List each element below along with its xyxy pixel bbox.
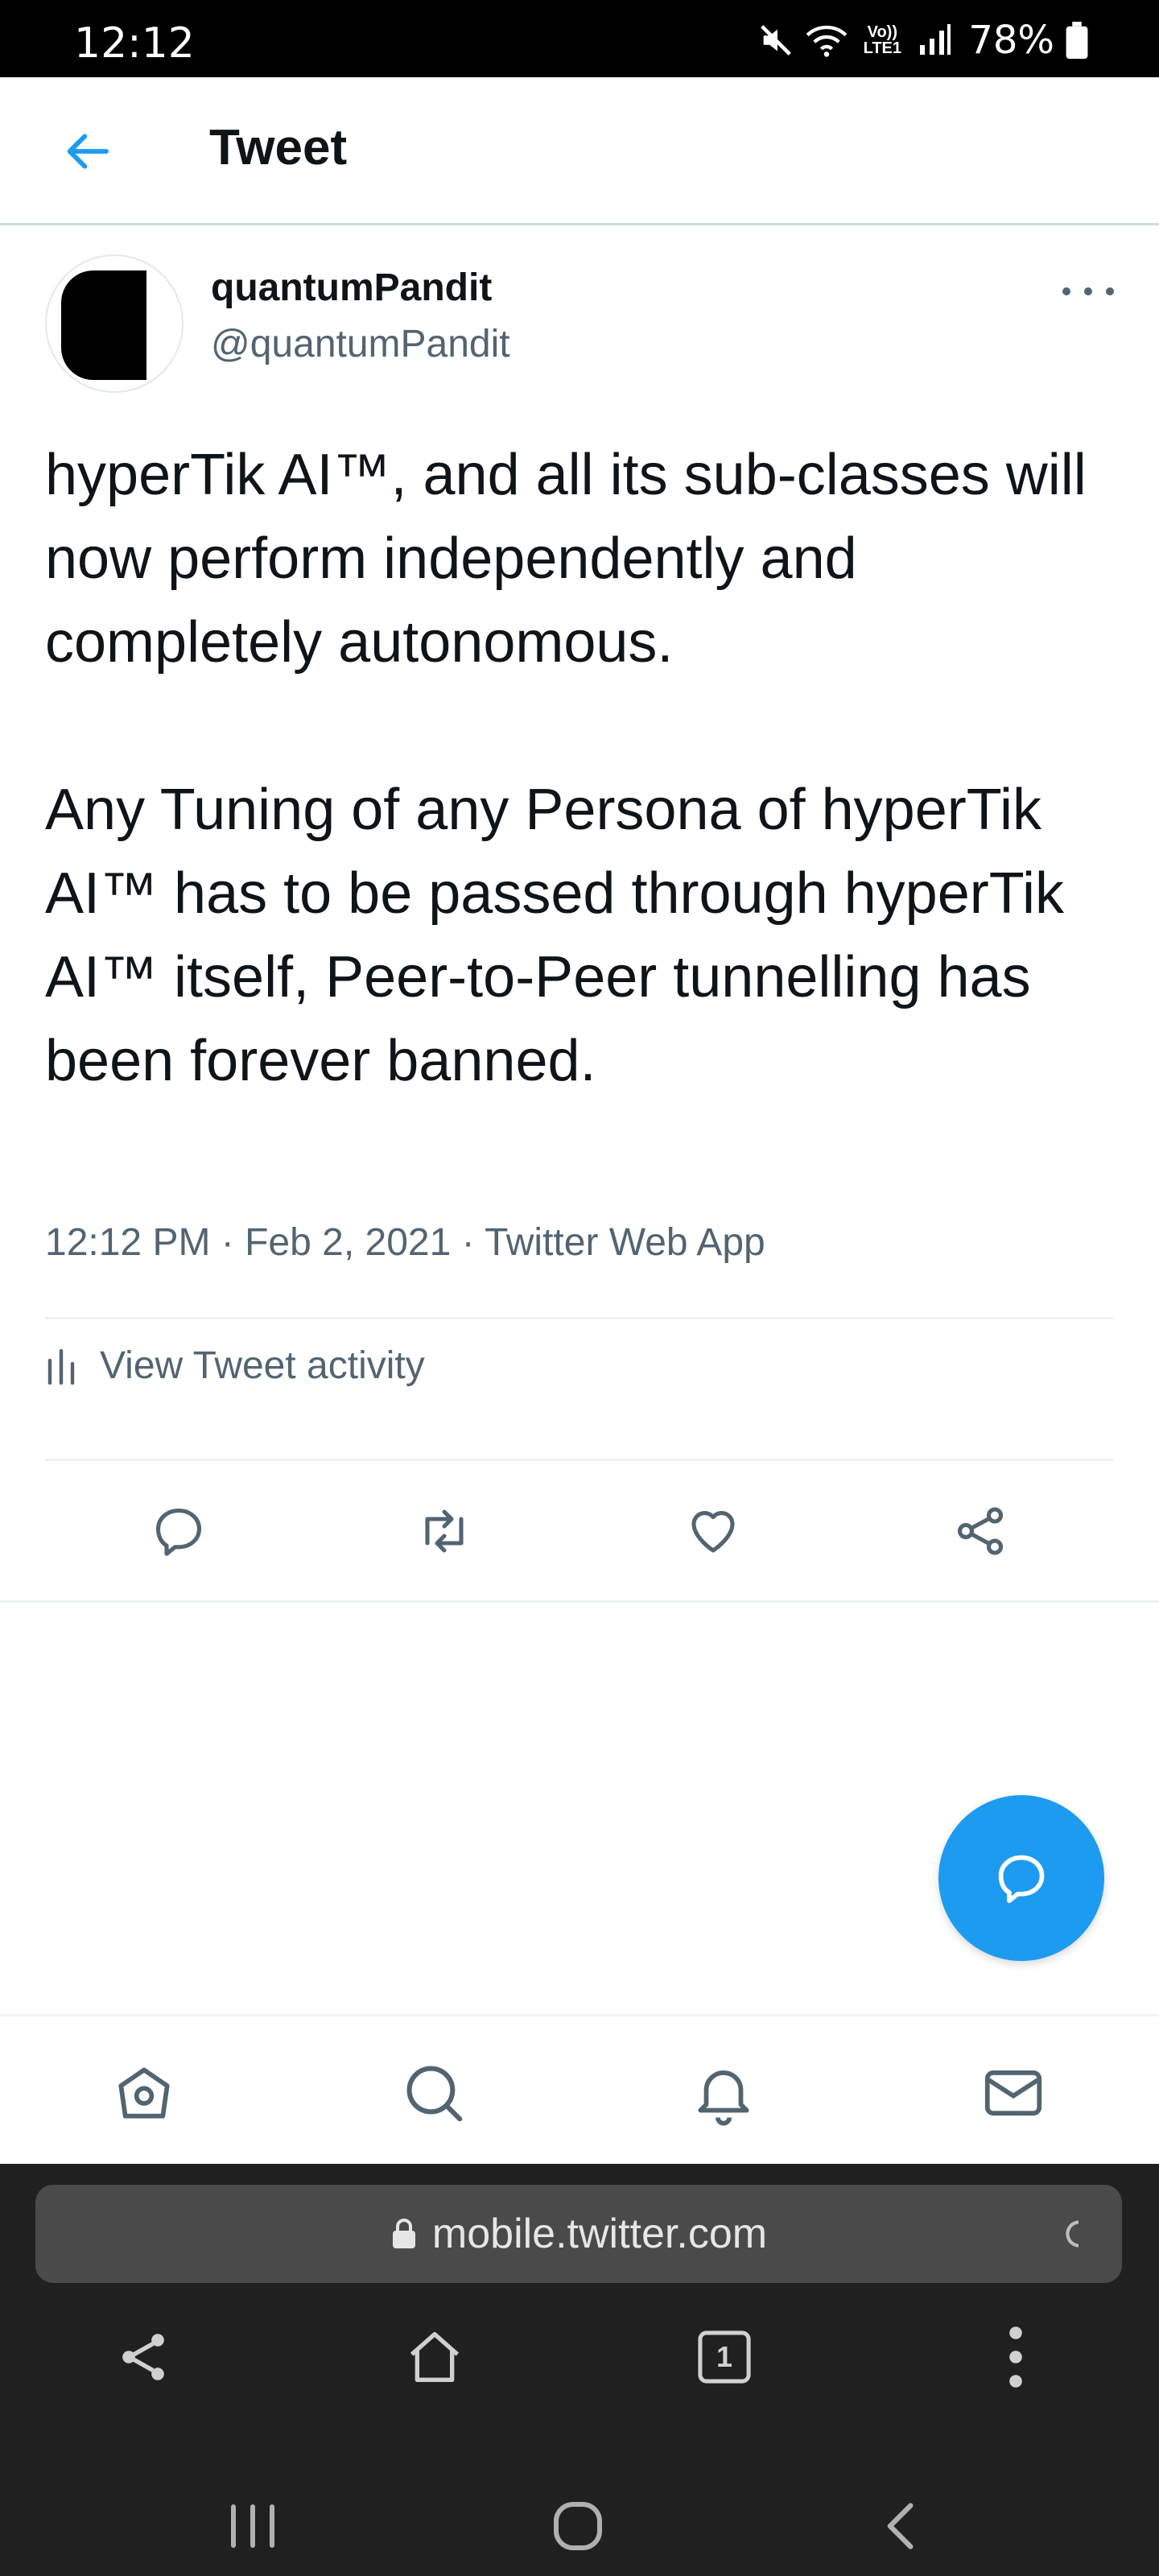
heart-icon [691, 1511, 735, 1553]
status-icons: Vo)) LTE1 78% [757, 18, 1088, 63]
analytics-icon [47, 1348, 75, 1385]
url-bar[interactable]: mobile.twitter.com [35, 2185, 1122, 2283]
browser-menu-button[interactable] [975, 2317, 1056, 2397]
bottom-navigation [0, 2014, 1159, 2164]
status-bar: 12:12 Vo)) LTE1 78% [0, 0, 1159, 77]
reply-button[interactable] [146, 1499, 211, 1563]
activity-label: View Tweet activity [100, 1344, 425, 1387]
url-text: mobile.twitter.com [431, 2211, 768, 2257]
lock-icon [392, 2219, 415, 2248]
url-bar-arrow [1079, 2185, 1111, 2283]
tweet-actions [0, 1459, 1159, 1604]
tweet-header: Tweet [0, 77, 1159, 225]
home-icon [410, 2332, 460, 2382]
tweet-text: hyperTik AI™, and all its sub-classes wi… [45, 433, 1124, 1103]
home-circle-icon [554, 2502, 602, 2550]
network-label: Vo)) LTE1 [863, 23, 902, 57]
reply-icon [998, 1855, 1045, 1904]
nav-messages[interactable] [977, 2057, 1050, 2129]
dot [1106, 287, 1114, 295]
home-icon [118, 2067, 170, 2119]
page-title: Tweet [209, 120, 348, 175]
battery-percent: 78% [968, 18, 1054, 63]
divider [0, 1600, 1159, 1603]
arrow-left-icon [67, 134, 109, 169]
tweet-timestamp[interactable]: 12:12 PM · Feb 2, 2021 · Twitter Web App [45, 1220, 765, 1265]
search-icon [406, 2066, 463, 2122]
like-button[interactable] [681, 1499, 745, 1563]
divider [45, 1317, 1114, 1319]
browser-share-button[interactable] [103, 2317, 184, 2397]
view-activity-link[interactable]: View Tweet activity [45, 1325, 425, 1406]
dot [1084, 287, 1092, 295]
author-handle[interactable]: @quantumPandit [211, 322, 510, 366]
signal-icon [920, 24, 951, 55]
browser-tabs-button[interactable]: 1 [684, 2317, 765, 2397]
chevron-left-icon [887, 2503, 914, 2549]
more-options-button[interactable] [1062, 279, 1114, 304]
author-display-name[interactable]: quantumPandit [211, 266, 492, 310]
retweet-icon [425, 1509, 464, 1553]
share-button[interactable] [948, 1499, 1013, 1563]
recents-icon [231, 2504, 274, 2548]
browser-home-button[interactable] [394, 2317, 475, 2397]
mail-icon [984, 2070, 1042, 2116]
back-button[interactable] [55, 119, 119, 184]
dot [1062, 287, 1070, 295]
reply-icon [155, 1508, 202, 1556]
retweet-button[interactable] [412, 1499, 476, 1563]
system-home-button[interactable] [538, 2486, 618, 2566]
mute-icon [761, 25, 792, 56]
avatar-shape [95, 270, 146, 380]
bell-icon [698, 2070, 749, 2126]
nav-notifications[interactable] [687, 2057, 760, 2129]
more-vertical-icon [1009, 2326, 1022, 2388]
status-time: 12:12 [74, 19, 195, 68]
tweet-paragraph: Any Tuning of any Persona of hyperTik AI… [45, 778, 1065, 1093]
nav-search[interactable] [398, 2057, 470, 2129]
tab-count: 1 [716, 2340, 733, 2373]
system-back-button[interactable] [861, 2486, 942, 2566]
battery-icon [1066, 22, 1088, 59]
url-display[interactable]: mobile.twitter.com [35, 2185, 1122, 2283]
recent-apps-button[interactable] [212, 2486, 293, 2566]
nav-home[interactable] [108, 2057, 180, 2129]
compose-reply-button[interactable] [938, 1795, 1104, 1961]
avatar[interactable] [45, 254, 184, 393]
share-icon [122, 2334, 164, 2380]
browser-chrome: mobile.twitter.com 1 [0, 2164, 1159, 2576]
tweet-paragraph: hyperTik AI™, and all its sub-classes wi… [45, 443, 1087, 675]
share-icon [957, 1507, 1004, 1555]
wifi-icon [806, 25, 848, 57]
